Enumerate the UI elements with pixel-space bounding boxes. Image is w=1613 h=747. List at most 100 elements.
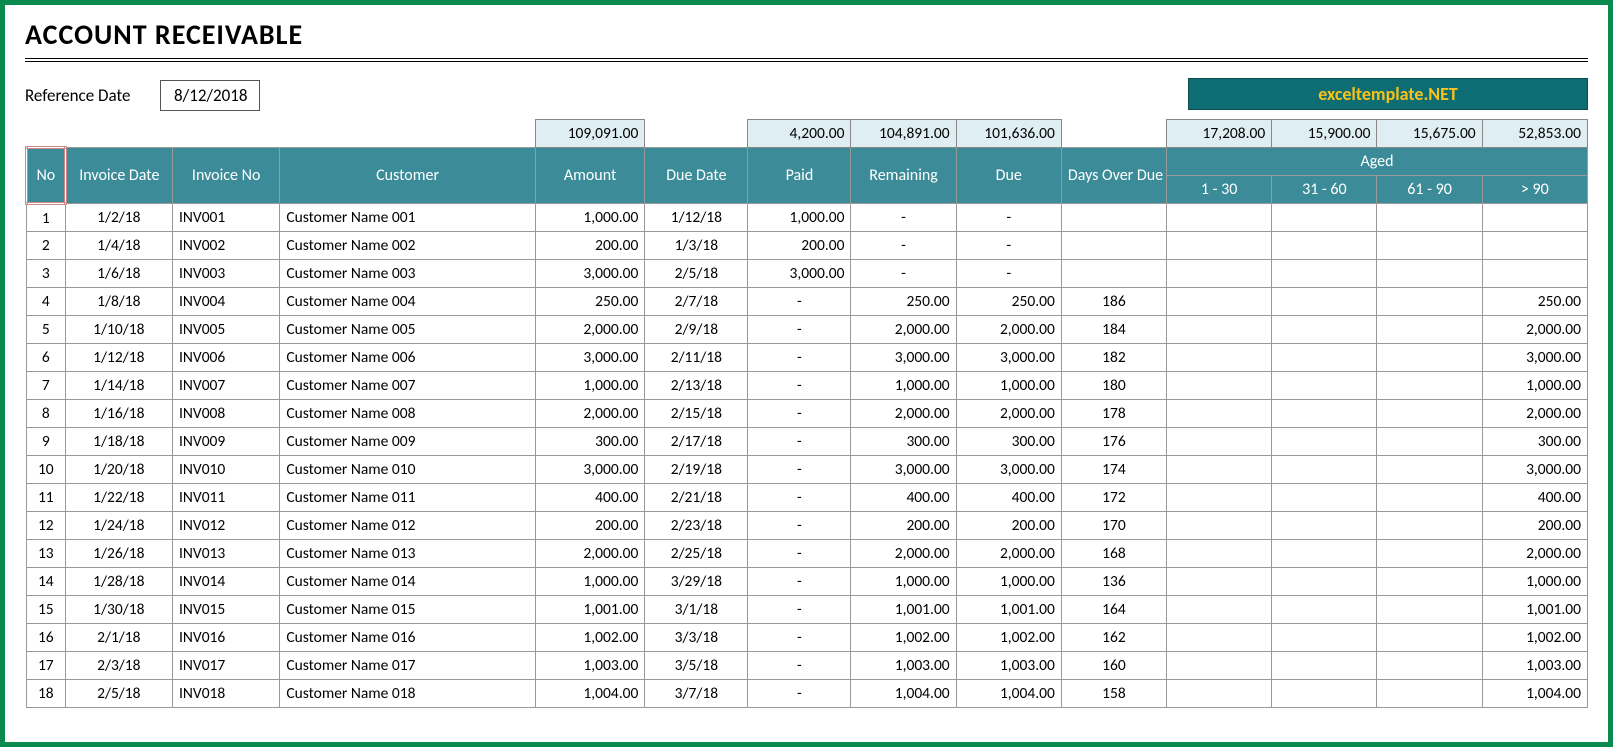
cell-no[interactable]: 10 (27, 456, 66, 484)
cell-no[interactable]: 3 (27, 260, 66, 288)
cell-age-31-60[interactable] (1272, 204, 1377, 232)
cell-remaining[interactable]: 300.00 (851, 428, 956, 456)
cell-age-31-60[interactable] (1272, 624, 1377, 652)
cell-age-61-90[interactable] (1377, 596, 1482, 624)
cell-invoice-no[interactable]: INV015 (172, 596, 279, 624)
cell-customer[interactable]: Customer Name 003 (280, 260, 536, 288)
col-no[interactable]: No (27, 148, 66, 204)
cell-days-over-due[interactable]: 160 (1061, 652, 1166, 680)
cell-age-over-90[interactable]: 1,003.00 (1482, 652, 1587, 680)
cell-customer[interactable]: Customer Name 018 (280, 680, 536, 708)
cell-invoice-date[interactable]: 1/6/18 (65, 260, 172, 288)
cell-due-date[interactable]: 3/1/18 (645, 596, 748, 624)
cell-paid[interactable]: 1,000.00 (748, 204, 851, 232)
cell-no[interactable]: 4 (27, 288, 66, 316)
cell-age-31-60[interactable] (1272, 428, 1377, 456)
cell-due-date[interactable]: 1/3/18 (645, 232, 748, 260)
cell-days-over-due[interactable] (1061, 260, 1166, 288)
cell-amount[interactable]: 2,000.00 (535, 316, 645, 344)
cell-age-over-90[interactable]: 1,002.00 (1482, 624, 1587, 652)
cell-age-31-60[interactable] (1272, 344, 1377, 372)
cell-days-over-due[interactable]: 162 (1061, 624, 1166, 652)
cell-remaining[interactable]: - (851, 204, 956, 232)
cell-remaining[interactable]: 1,003.00 (851, 652, 956, 680)
cell-no[interactable]: 9 (27, 428, 66, 456)
cell-invoice-no[interactable]: INV004 (172, 288, 279, 316)
cell-invoice-date[interactable]: 2/3/18 (65, 652, 172, 680)
cell-paid[interactable]: - (748, 316, 851, 344)
cell-due-date[interactable]: 2/13/18 (645, 372, 748, 400)
cell-remaining[interactable]: 1,000.00 (851, 372, 956, 400)
cell-amount[interactable]: 1,000.00 (535, 568, 645, 596)
cell-age-31-60[interactable] (1272, 400, 1377, 428)
cell-invoice-date[interactable]: 1/18/18 (65, 428, 172, 456)
table-row[interactable]: 162/1/18INV016Customer Name 0161,002.003… (27, 624, 1588, 652)
col-remaining[interactable]: Remaining (851, 148, 956, 204)
cell-age-over-90[interactable] (1482, 204, 1587, 232)
cell-invoice-date[interactable]: 1/26/18 (65, 540, 172, 568)
cell-days-over-due[interactable]: 158 (1061, 680, 1166, 708)
cell-amount[interactable]: 400.00 (535, 484, 645, 512)
cell-due[interactable]: 2,000.00 (956, 400, 1061, 428)
cell-age-61-90[interactable] (1377, 680, 1482, 708)
cell-age-61-90[interactable] (1377, 512, 1482, 540)
cell-remaining[interactable]: 1,004.00 (851, 680, 956, 708)
cell-amount[interactable]: 1,000.00 (535, 204, 645, 232)
cell-amount[interactable]: 3,000.00 (535, 344, 645, 372)
cell-age-1-30[interactable] (1167, 652, 1272, 680)
cell-age-61-90[interactable] (1377, 624, 1482, 652)
cell-due[interactable]: - (956, 260, 1061, 288)
cell-invoice-no[interactable]: INV002 (172, 232, 279, 260)
col-due-date[interactable]: Due Date (645, 148, 748, 204)
cell-invoice-date[interactable]: 1/28/18 (65, 568, 172, 596)
cell-amount[interactable]: 1,004.00 (535, 680, 645, 708)
cell-age-61-90[interactable] (1377, 316, 1482, 344)
cell-due[interactable]: - (956, 232, 1061, 260)
cell-days-over-due[interactable]: 186 (1061, 288, 1166, 316)
cell-due-date[interactable]: 3/5/18 (645, 652, 748, 680)
cell-due-date[interactable]: 2/17/18 (645, 428, 748, 456)
cell-remaining[interactable]: - (851, 260, 956, 288)
cell-age-61-90[interactable] (1377, 540, 1482, 568)
table-row[interactable]: 21/4/18INV002Customer Name 002200.001/3/… (27, 232, 1588, 260)
cell-customer[interactable]: Customer Name 009 (280, 428, 536, 456)
table-row[interactable]: 131/26/18INV013Customer Name 0132,000.00… (27, 540, 1588, 568)
col-invoice-date[interactable]: Invoice Date (65, 148, 172, 204)
cell-age-over-90[interactable]: 1,000.00 (1482, 372, 1587, 400)
cell-invoice-date[interactable]: 1/8/18 (65, 288, 172, 316)
cell-days-over-due[interactable]: 178 (1061, 400, 1166, 428)
col-amount[interactable]: Amount (535, 148, 645, 204)
cell-no[interactable]: 16 (27, 624, 66, 652)
cell-amount[interactable]: 2,000.00 (535, 540, 645, 568)
cell-days-over-due[interactable]: 180 (1061, 372, 1166, 400)
cell-paid[interactable]: - (748, 568, 851, 596)
cell-invoice-no[interactable]: INV014 (172, 568, 279, 596)
cell-paid[interactable]: - (748, 372, 851, 400)
table-row[interactable]: 41/8/18INV004Customer Name 004250.002/7/… (27, 288, 1588, 316)
cell-no[interactable]: 7 (27, 372, 66, 400)
cell-days-over-due[interactable]: 182 (1061, 344, 1166, 372)
cell-customer[interactable]: Customer Name 013 (280, 540, 536, 568)
table-row[interactable]: 11/2/18INV001Customer Name 0011,000.001/… (27, 204, 1588, 232)
cell-age-61-90[interactable] (1377, 456, 1482, 484)
cell-age-31-60[interactable] (1272, 596, 1377, 624)
cell-age-over-90[interactable] (1482, 260, 1587, 288)
cell-paid[interactable]: - (748, 624, 851, 652)
cell-age-61-90[interactable] (1377, 204, 1482, 232)
cell-age-31-60[interactable] (1272, 484, 1377, 512)
col-customer[interactable]: Customer (280, 148, 536, 204)
table-row[interactable]: 111/22/18INV011Customer Name 011400.002/… (27, 484, 1588, 512)
cell-no[interactable]: 18 (27, 680, 66, 708)
table-row[interactable]: 71/14/18INV007Customer Name 0071,000.002… (27, 372, 1588, 400)
cell-due-date[interactable]: 2/23/18 (645, 512, 748, 540)
cell-amount[interactable]: 1,003.00 (535, 652, 645, 680)
cell-age-1-30[interactable] (1167, 456, 1272, 484)
cell-due[interactable]: 2,000.00 (956, 316, 1061, 344)
cell-due-date[interactable]: 2/7/18 (645, 288, 748, 316)
cell-remaining[interactable]: 200.00 (851, 512, 956, 540)
cell-amount[interactable]: 250.00 (535, 288, 645, 316)
cell-age-over-90[interactable]: 1,004.00 (1482, 680, 1587, 708)
cell-remaining[interactable]: - (851, 232, 956, 260)
cell-no[interactable]: 12 (27, 512, 66, 540)
cell-invoice-date[interactable]: 2/5/18 (65, 680, 172, 708)
